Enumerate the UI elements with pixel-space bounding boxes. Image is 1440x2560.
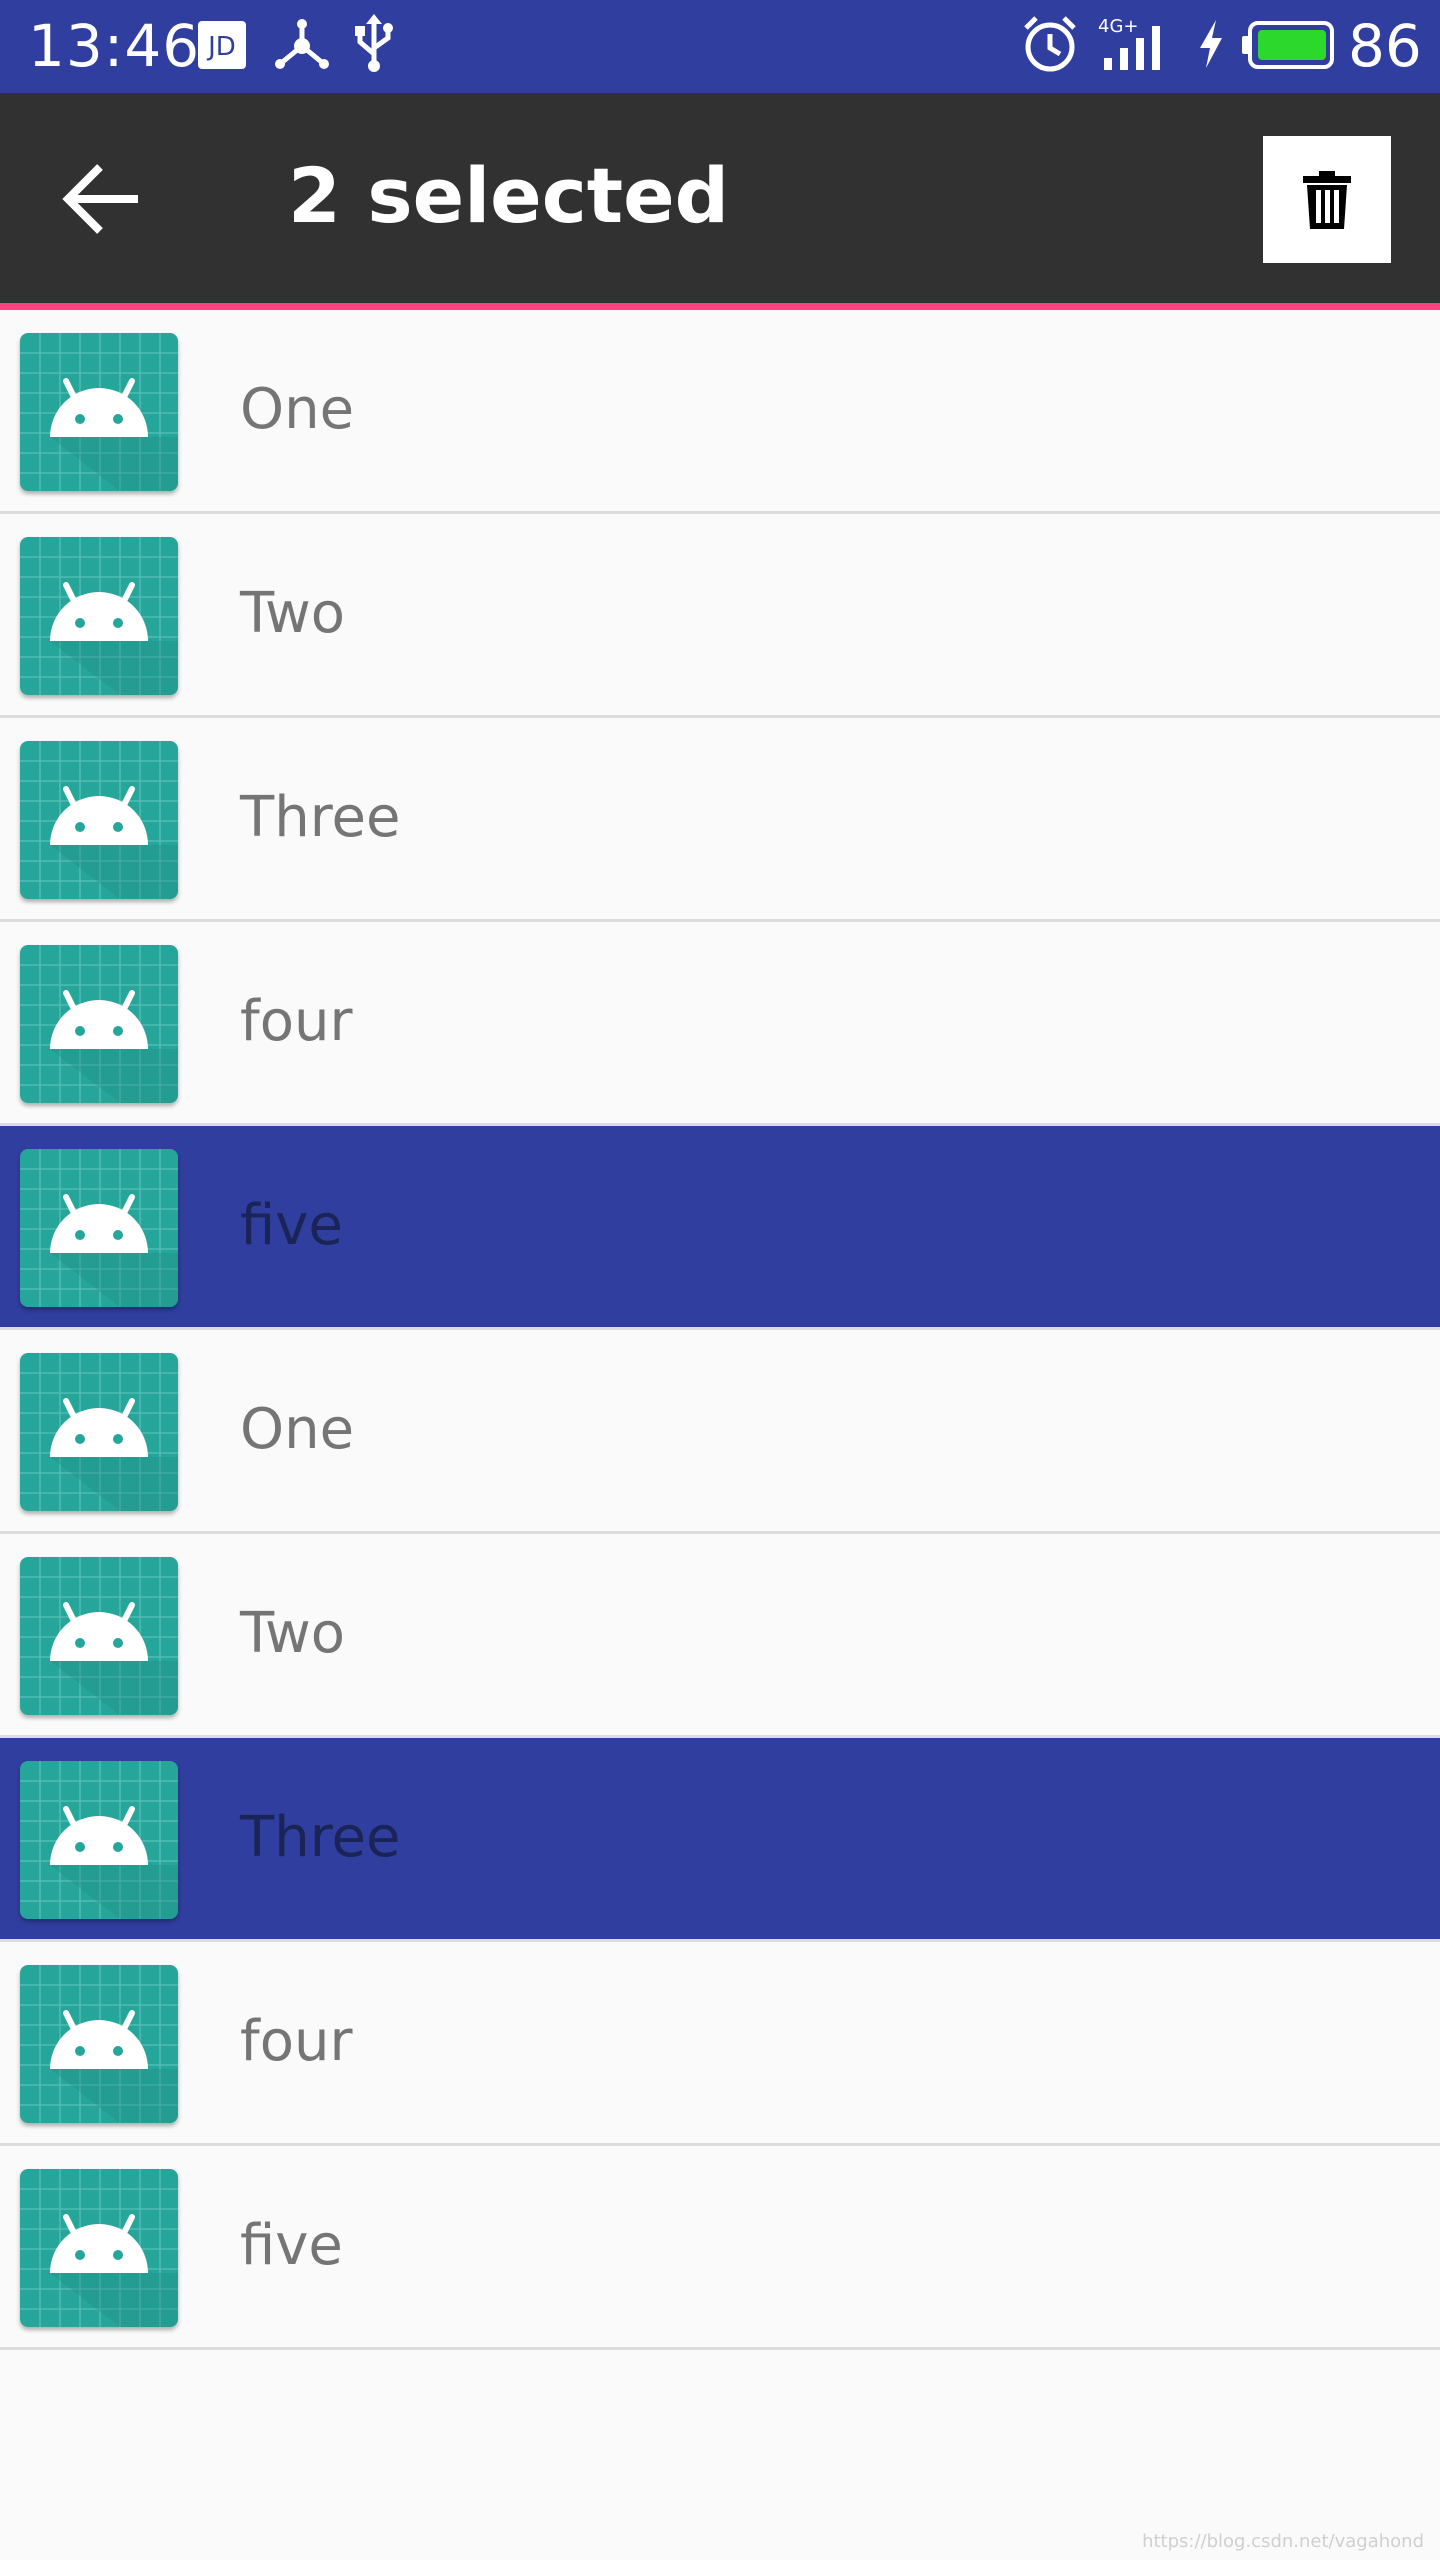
list-item[interactable]: One <box>0 310 1440 514</box>
list-item-label: five <box>240 1193 343 1258</box>
android-icon <box>20 537 178 695</box>
trash-icon <box>1303 170 1351 229</box>
battery-percent: 86 <box>1348 12 1422 80</box>
android-icon <box>20 945 178 1103</box>
android-icon <box>20 333 178 491</box>
list-item-label: four <box>240 989 353 1054</box>
android-icon <box>20 1761 178 1919</box>
android-icon <box>20 741 178 899</box>
list-item-label: One <box>240 377 355 442</box>
usb-icon <box>352 14 396 78</box>
network-type-label: 4G+ <box>1098 16 1138 37</box>
list-item-label: One <box>240 1397 355 1462</box>
charging-icon <box>1196 18 1226 74</box>
list-item-label: Two <box>240 581 345 646</box>
list-item-label: Three <box>240 1805 401 1870</box>
list-item[interactable]: Two <box>0 514 1440 718</box>
list-item-label: four <box>240 2009 353 2074</box>
svg-text:JD: JD <box>206 32 236 62</box>
list-item-label: Two <box>240 1601 345 1666</box>
list-item-selected[interactable]: Three <box>0 1738 1440 1942</box>
delete-button[interactable] <box>1263 136 1391 263</box>
list-item[interactable]: One <box>0 1330 1440 1534</box>
battery-icon <box>1240 20 1336 74</box>
android-icon <box>20 1353 178 1511</box>
list-item-selected[interactable]: five <box>0 1126 1440 1330</box>
watermark: https://blog.csdn.net/vagahond <box>1142 2531 1424 2552</box>
alarm-icon <box>1020 14 1080 78</box>
back-button[interactable] <box>62 161 144 237</box>
list-item-label: five <box>240 2213 343 2278</box>
selection-count-title: 2 selected <box>288 151 730 240</box>
status-time: 13:46 <box>28 12 201 80</box>
action-mode-toolbar: 2 selected <box>0 93 1440 310</box>
back-arrow-icon <box>62 164 138 234</box>
android-icon <box>20 1149 178 1307</box>
android-icon <box>20 2169 178 2327</box>
item-list: One Two Three four five One Two Three fo… <box>0 310 1440 2350</box>
list-item[interactable]: Two <box>0 1534 1440 1738</box>
list-item[interactable]: four <box>0 1942 1440 2146</box>
signal-icon: 4G+ <box>1098 14 1170 78</box>
share-icon <box>274 16 330 76</box>
status-bar: 13:46 JD 4G+ 86 <box>0 0 1440 93</box>
list-item[interactable]: five <box>0 2146 1440 2350</box>
android-icon <box>20 1557 178 1715</box>
jd-icon: JD <box>197 20 247 74</box>
list-item[interactable]: four <box>0 922 1440 1126</box>
android-icon <box>20 1965 178 2123</box>
list-item[interactable]: Three <box>0 718 1440 922</box>
list-item-label: Three <box>240 785 401 850</box>
